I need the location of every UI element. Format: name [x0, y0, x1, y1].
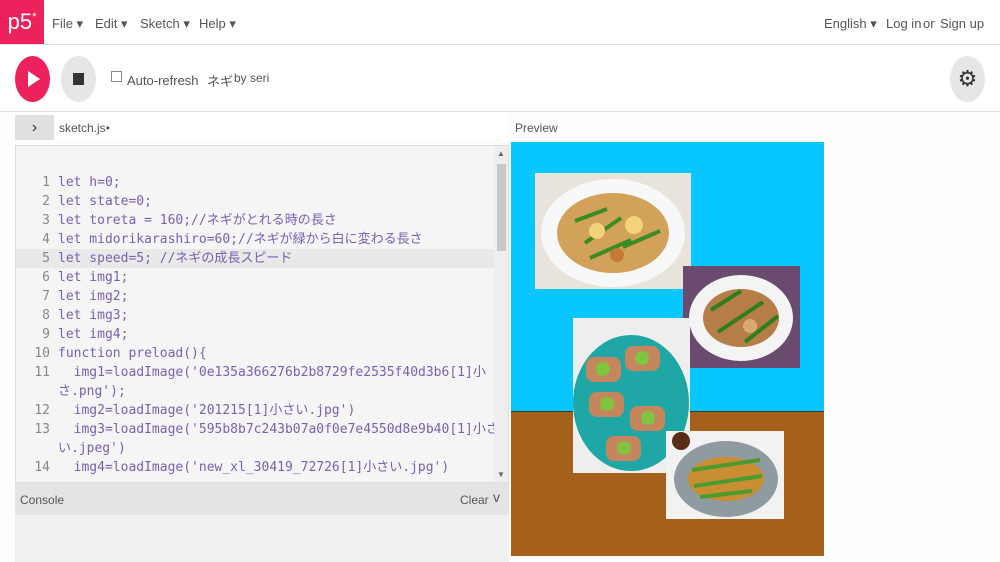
scroll-up-icon[interactable]: ▲: [497, 149, 505, 158]
settings-button[interactable]: ⚙: [950, 56, 985, 102]
play-button[interactable]: [15, 56, 50, 102]
logo-asterisk: *: [32, 11, 37, 23]
chevron-down-icon[interactable]: v: [493, 489, 500, 505]
stop-button[interactable]: [61, 56, 96, 102]
file-name: sketch.js: [59, 121, 106, 135]
sidebar-toggle-button[interactable]: ›: [15, 115, 54, 140]
code-line[interactable]: さ.png');: [16, 382, 496, 401]
code-line[interactable]: 11 img1=loadImage('0e135a366276b2b8729fe…: [16, 363, 496, 382]
p5-logo[interactable]: p5 *: [0, 0, 44, 44]
scroll-down-icon[interactable]: ▼: [497, 470, 505, 479]
code-line[interactable]: 3 let toreta = 160;//ネギがとれる時の長さ: [16, 211, 496, 230]
code-line[interactable]: 14 img4=loadImage('new_xl_30419_72726[1]…: [16, 458, 496, 477]
food-photo: [535, 173, 691, 289]
code-line[interactable]: 1 let h=0;: [16, 173, 496, 192]
console-header: Console Clear v: [15, 483, 509, 515]
or-text: or: [923, 16, 935, 31]
code-editor[interactable]: 1 let h=0; 2 let state=0; 3 let toreta = 16…: [15, 145, 509, 483]
top-nav: p5 * File ▾ Edit ▾ Sketch ▾ Help ▾ Engli…: [0, 0, 1000, 45]
food-photo: [683, 266, 800, 368]
food-photo: [666, 431, 784, 519]
help-menu[interactable]: Help ▾: [199, 16, 236, 32]
preview-canvas[interactable]: [511, 142, 824, 556]
code-line[interactable]: 2 let state=0;: [16, 192, 496, 211]
chevron-right-icon: ›: [31, 118, 38, 136]
code-line[interactable]: 9 let img4;: [16, 325, 496, 344]
file-tab[interactable]: sketch.js•: [59, 121, 110, 135]
preview-title: Preview: [515, 121, 558, 135]
unsaved-marker: •: [105, 121, 110, 135]
code-line[interactable]: 6 let img1;: [16, 268, 496, 287]
file-menu[interactable]: File ▾: [52, 16, 83, 32]
toolbar: Auto-refresh ネギ by seri ⚙: [0, 45, 1000, 112]
gear-icon: ⚙: [957, 66, 978, 91]
sketch-author: by seri: [234, 71, 270, 85]
code-line[interactable]: 13 img3=loadImage('595b8b7c243b07a0f0e7e…: [16, 420, 498, 439]
code-line[interactable]: 4 let midorikarashiro=60;//ネギが緑から白に変わる長さ: [16, 230, 496, 249]
editor-header: › sketch.js•: [15, 113, 509, 141]
code-line[interactable]: い.jpeg'): [16, 439, 496, 458]
code-line-active[interactable]: 5 let speed=5; //ネギの成長スピード: [16, 249, 496, 268]
logo-text: p5: [7, 9, 33, 34]
sketch-menu[interactable]: Sketch ▾: [140, 16, 190, 32]
scroll-thumb[interactable]: [497, 164, 506, 251]
signup-link[interactable]: Sign up: [940, 16, 984, 31]
console-title: Console: [20, 493, 65, 507]
auto-refresh-label: Auto-refresh: [127, 73, 199, 88]
login-link[interactable]: Log in: [886, 16, 921, 31]
code-line[interactable]: 10 function preload(){: [16, 344, 496, 363]
code-line[interactable]: 8 let img3;: [16, 306, 496, 325]
auto-refresh-checkbox[interactable]: [111, 71, 122, 82]
console-output: [15, 515, 509, 562]
code-line[interactable]: 7 let img2;: [16, 287, 496, 306]
edit-menu[interactable]: Edit ▾: [95, 16, 128, 32]
console-clear-button[interactable]: Clear: [460, 493, 489, 507]
sketch-name[interactable]: ネギ: [207, 71, 233, 90]
editor-scrollbar[interactable]: ▲ ▼: [494, 146, 508, 482]
code-line[interactable]: 12 img2=loadImage('201215[1]小さい.jpg'): [16, 401, 496, 420]
language-menu[interactable]: English ▾: [824, 16, 877, 32]
